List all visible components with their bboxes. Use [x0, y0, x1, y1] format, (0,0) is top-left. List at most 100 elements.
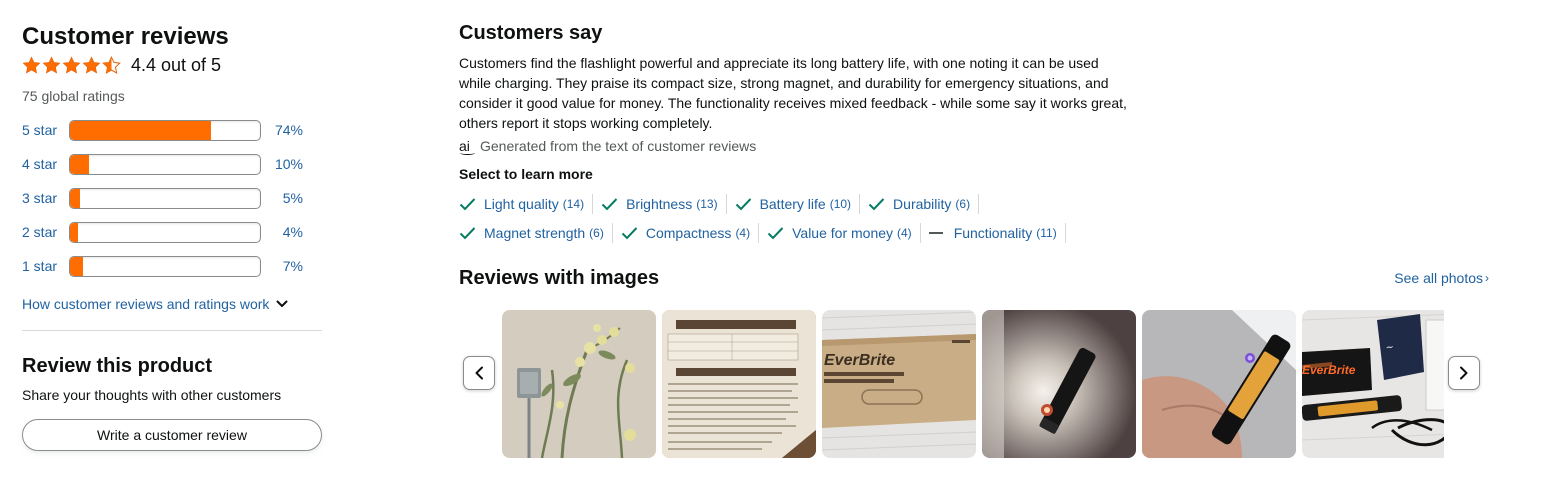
see-all-photos-label[interactable]: See all photos [1394, 270, 1483, 286]
aspect-label[interactable]: Value for money [792, 225, 893, 241]
histogram-bar-fill [70, 188, 80, 208]
aspect-chip-functionality[interactable]: Functionality (11) [928, 222, 1066, 243]
aspect-chip-battery-life[interactable]: Battery life (10) [735, 193, 861, 214]
aspect-count[interactable]: (6) [589, 226, 604, 240]
aspect-chip-value-for-money[interactable]: Value for money (4) [767, 222, 921, 243]
chevron-right-icon[interactable]: › [1485, 271, 1489, 285]
checkmark-icon [459, 226, 476, 240]
review-image-hand-flashlight[interactable] [1142, 310, 1296, 458]
chevron-down-icon[interactable] [276, 298, 288, 310]
histogram-row-5-star[interactable]: 5 star 74% [22, 113, 322, 147]
chevron-right-icon[interactable] [1459, 366, 1469, 380]
aspect-chip-durability[interactable]: Durability (6) [868, 193, 980, 214]
how-reviews-work-label[interactable]: How customer reviews and ratings work [22, 296, 269, 312]
review-image-lit-flashlight[interactable] [982, 310, 1136, 458]
aspect-chip-row: Magnet strength (6) Compactness (4) Value … [459, 218, 1499, 247]
checkmark-icon [735, 197, 752, 211]
histogram-row-1-star[interactable]: 1 star 7% [22, 249, 322, 283]
ai-note-text: Generated from the text of customer revi… [480, 138, 757, 154]
svg-text:~: ~ [1385, 342, 1395, 354]
histogram-percent[interactable]: 74% [261, 122, 303, 138]
histogram-label[interactable]: 5 star [22, 122, 69, 138]
see-all-photos-link[interactable]: See all photos › [1394, 270, 1489, 286]
histogram-bar-fill [70, 256, 84, 276]
aspect-chip-light-quality[interactable]: Light quality (14) [459, 193, 594, 214]
review-image-package-contents[interactable]: ~ EverBrite [1302, 310, 1444, 458]
average-rating-text: 4.4 out of 5 [131, 54, 222, 75]
histogram-bar[interactable] [69, 221, 261, 243]
histogram-row-4-star[interactable]: 4 star 10% [22, 147, 322, 181]
customers-say-summary: Customers find the flashlight powerful a… [459, 55, 1127, 131]
review-images-carousel: EverBrite ~ EverBrite [459, 310, 1489, 458]
customer-reviews-panel: Customer reviews 4.4 out of 5 75 global … [22, 22, 322, 451]
aspect-chip-compactness[interactable]: Compactness (4) [621, 222, 760, 243]
histogram-bar-fill [70, 154, 89, 174]
star-icon [82, 55, 101, 73]
customer-reviews-title: Customer reviews [22, 23, 229, 50]
histogram-bar[interactable] [69, 255, 261, 277]
aspect-label[interactable]: Functionality [954, 225, 1033, 241]
global-ratings-count: 75 global ratings [22, 88, 125, 104]
histogram-label[interactable]: 2 star [22, 224, 69, 240]
aspect-count[interactable]: (10) [830, 197, 851, 211]
review-image-manual[interactable] [662, 310, 816, 458]
ai-icon: ai [459, 138, 477, 155]
dash-icon [928, 226, 946, 240]
checkmark-icon [601, 197, 618, 211]
aspect-label[interactable]: Battery life [760, 196, 826, 212]
chevron-left-icon[interactable] [474, 366, 484, 380]
aspect-count[interactable]: (6) [955, 197, 970, 211]
histogram-bar-fill [70, 120, 211, 140]
histogram-bar[interactable] [69, 153, 261, 175]
star-icon [42, 55, 61, 73]
average-rating-row: 4.4 out of 5 [22, 53, 322, 77]
customers-say-title: Customers say [459, 22, 603, 44]
aspect-count[interactable]: (4) [735, 226, 750, 240]
customers-say-panel: Customers say Customers find the flashli… [459, 20, 1499, 458]
aspect-chip-brightness[interactable]: Brightness (13) [601, 193, 727, 214]
star-rating [22, 55, 121, 75]
histogram-label[interactable]: 3 star [22, 190, 69, 206]
histogram-row-3-star[interactable]: 3 star 5% [22, 181, 322, 215]
histogram-percent[interactable]: 4% [261, 224, 303, 240]
half-star-icon [102, 55, 121, 74]
histogram-row-2-star[interactable]: 2 star 4% [22, 215, 322, 249]
checkmark-icon [459, 197, 476, 211]
star-icon [62, 55, 81, 73]
write-review-button[interactable]: Write a customer review [22, 419, 322, 451]
aspect-chip-row: Light quality (14) Brightness (13) Battery… [459, 189, 1499, 218]
aspect-chips: Light quality (14) Brightness (13) Battery… [459, 189, 1499, 247]
aspect-label[interactable]: Brightness [626, 196, 692, 212]
histogram-percent[interactable]: 7% [261, 258, 303, 274]
aspect-label[interactable]: Light quality [484, 196, 559, 212]
checkmark-icon [767, 226, 784, 240]
how-reviews-work-link[interactable]: How customer reviews and ratings work [22, 294, 322, 314]
checkmark-icon [868, 197, 885, 211]
ai-generated-note: ai Generated from the text of customer r… [459, 136, 1499, 156]
aspect-count[interactable]: (14) [563, 197, 584, 211]
histogram-bar[interactable] [69, 119, 261, 141]
histogram-percent[interactable]: 5% [261, 190, 303, 206]
carousel-next-button[interactable] [1448, 356, 1480, 390]
aspect-label[interactable]: Durability [893, 196, 951, 212]
aspect-chip-magnet-strength[interactable]: Magnet strength (6) [459, 222, 613, 243]
checkmark-icon [621, 226, 638, 240]
histogram-percent[interactable]: 10% [261, 156, 303, 172]
histogram-label[interactable]: 4 star [22, 156, 69, 172]
rating-histogram: 5 star 74% 4 star 10% 3 star 5% 2 star 4… [22, 113, 322, 283]
aspect-count[interactable]: (4) [897, 226, 912, 240]
histogram-bar-fill [70, 222, 78, 242]
aspect-label[interactable]: Compactness [646, 225, 732, 241]
review-image-plant-wall[interactable] [502, 310, 656, 458]
review-product-title: Review this product [22, 355, 213, 377]
aspect-count[interactable]: (11) [1036, 226, 1056, 240]
histogram-label[interactable]: 1 star [22, 258, 69, 274]
review-image-box[interactable]: EverBrite [822, 310, 976, 458]
carousel-prev-button[interactable] [463, 356, 495, 390]
section-divider [22, 330, 322, 331]
histogram-bar[interactable] [69, 187, 261, 209]
reviews-with-images-header: Reviews with images See all photos › [459, 265, 1489, 291]
select-to-learn-more: Select to learn more [459, 166, 593, 182]
aspect-label[interactable]: Magnet strength [484, 225, 585, 241]
aspect-count[interactable]: (13) [696, 197, 717, 211]
